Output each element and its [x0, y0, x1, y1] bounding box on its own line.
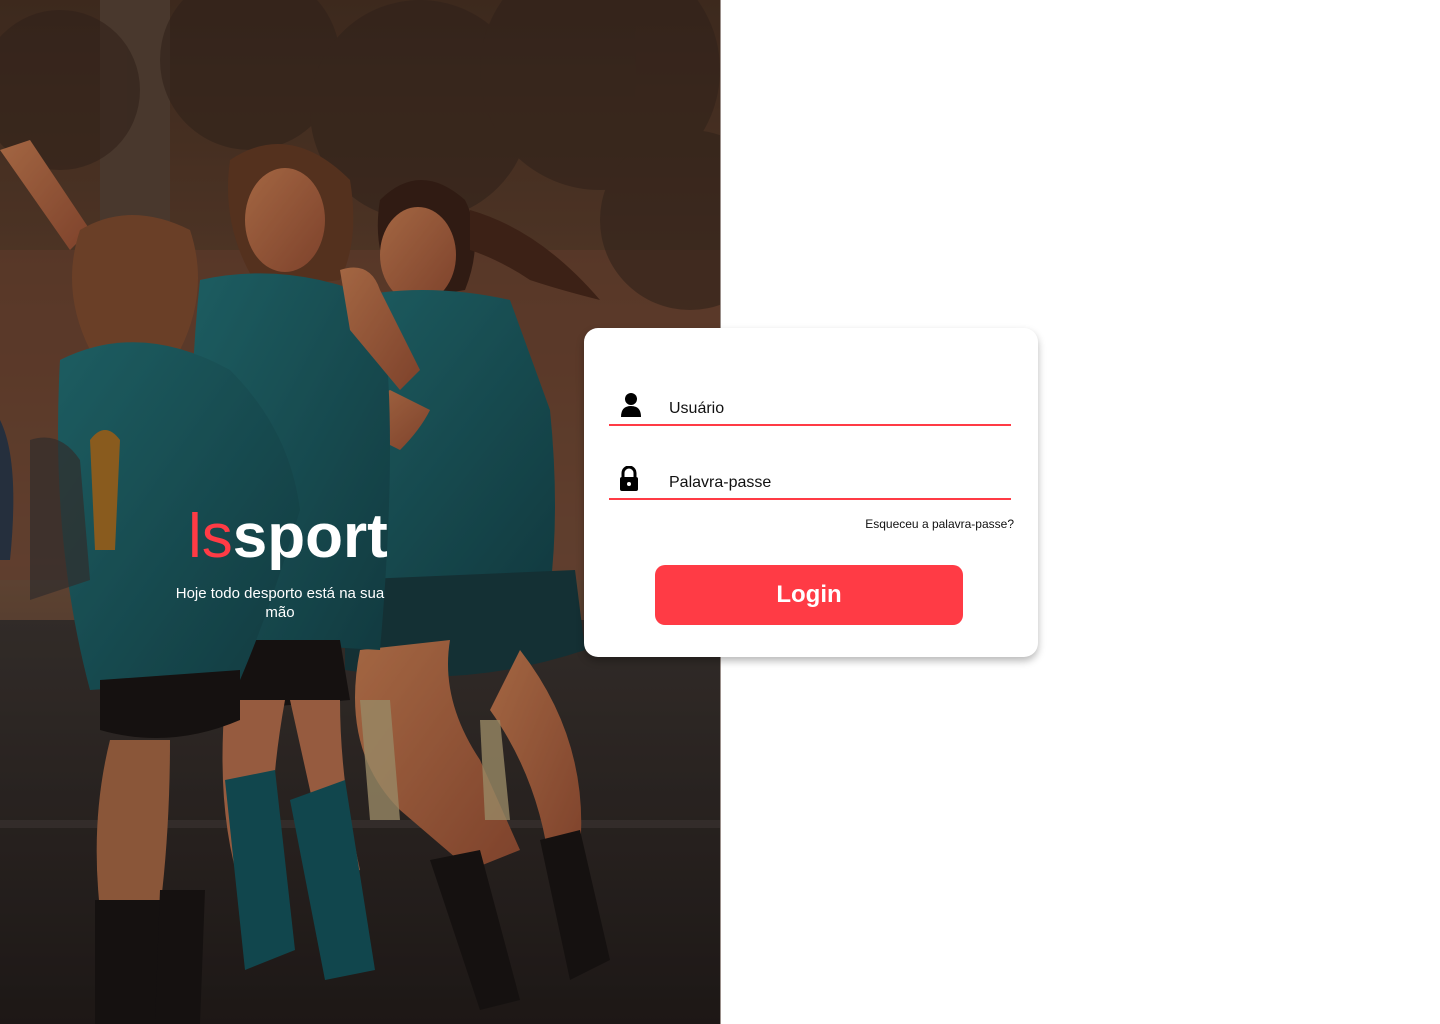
- login-card: Esqueceu a palavra-passe? Login: [584, 328, 1038, 657]
- brand-name: sport: [232, 502, 388, 571]
- brand-logo: lssport: [188, 502, 388, 572]
- lock-icon: [620, 466, 638, 491]
- username-input[interactable]: [669, 397, 999, 421]
- password-input[interactable]: [669, 471, 999, 495]
- tagline: Hoje todo desporto está na sua mão: [175, 585, 385, 621]
- password-field: [609, 464, 1011, 500]
- forgot-password-link[interactable]: Esqueceu a palavra-passe?: [865, 517, 1014, 531]
- username-field: [609, 390, 1011, 426]
- login-button[interactable]: Login: [655, 565, 963, 625]
- user-icon: [621, 393, 641, 417]
- brand-prefix: ls: [188, 502, 233, 571]
